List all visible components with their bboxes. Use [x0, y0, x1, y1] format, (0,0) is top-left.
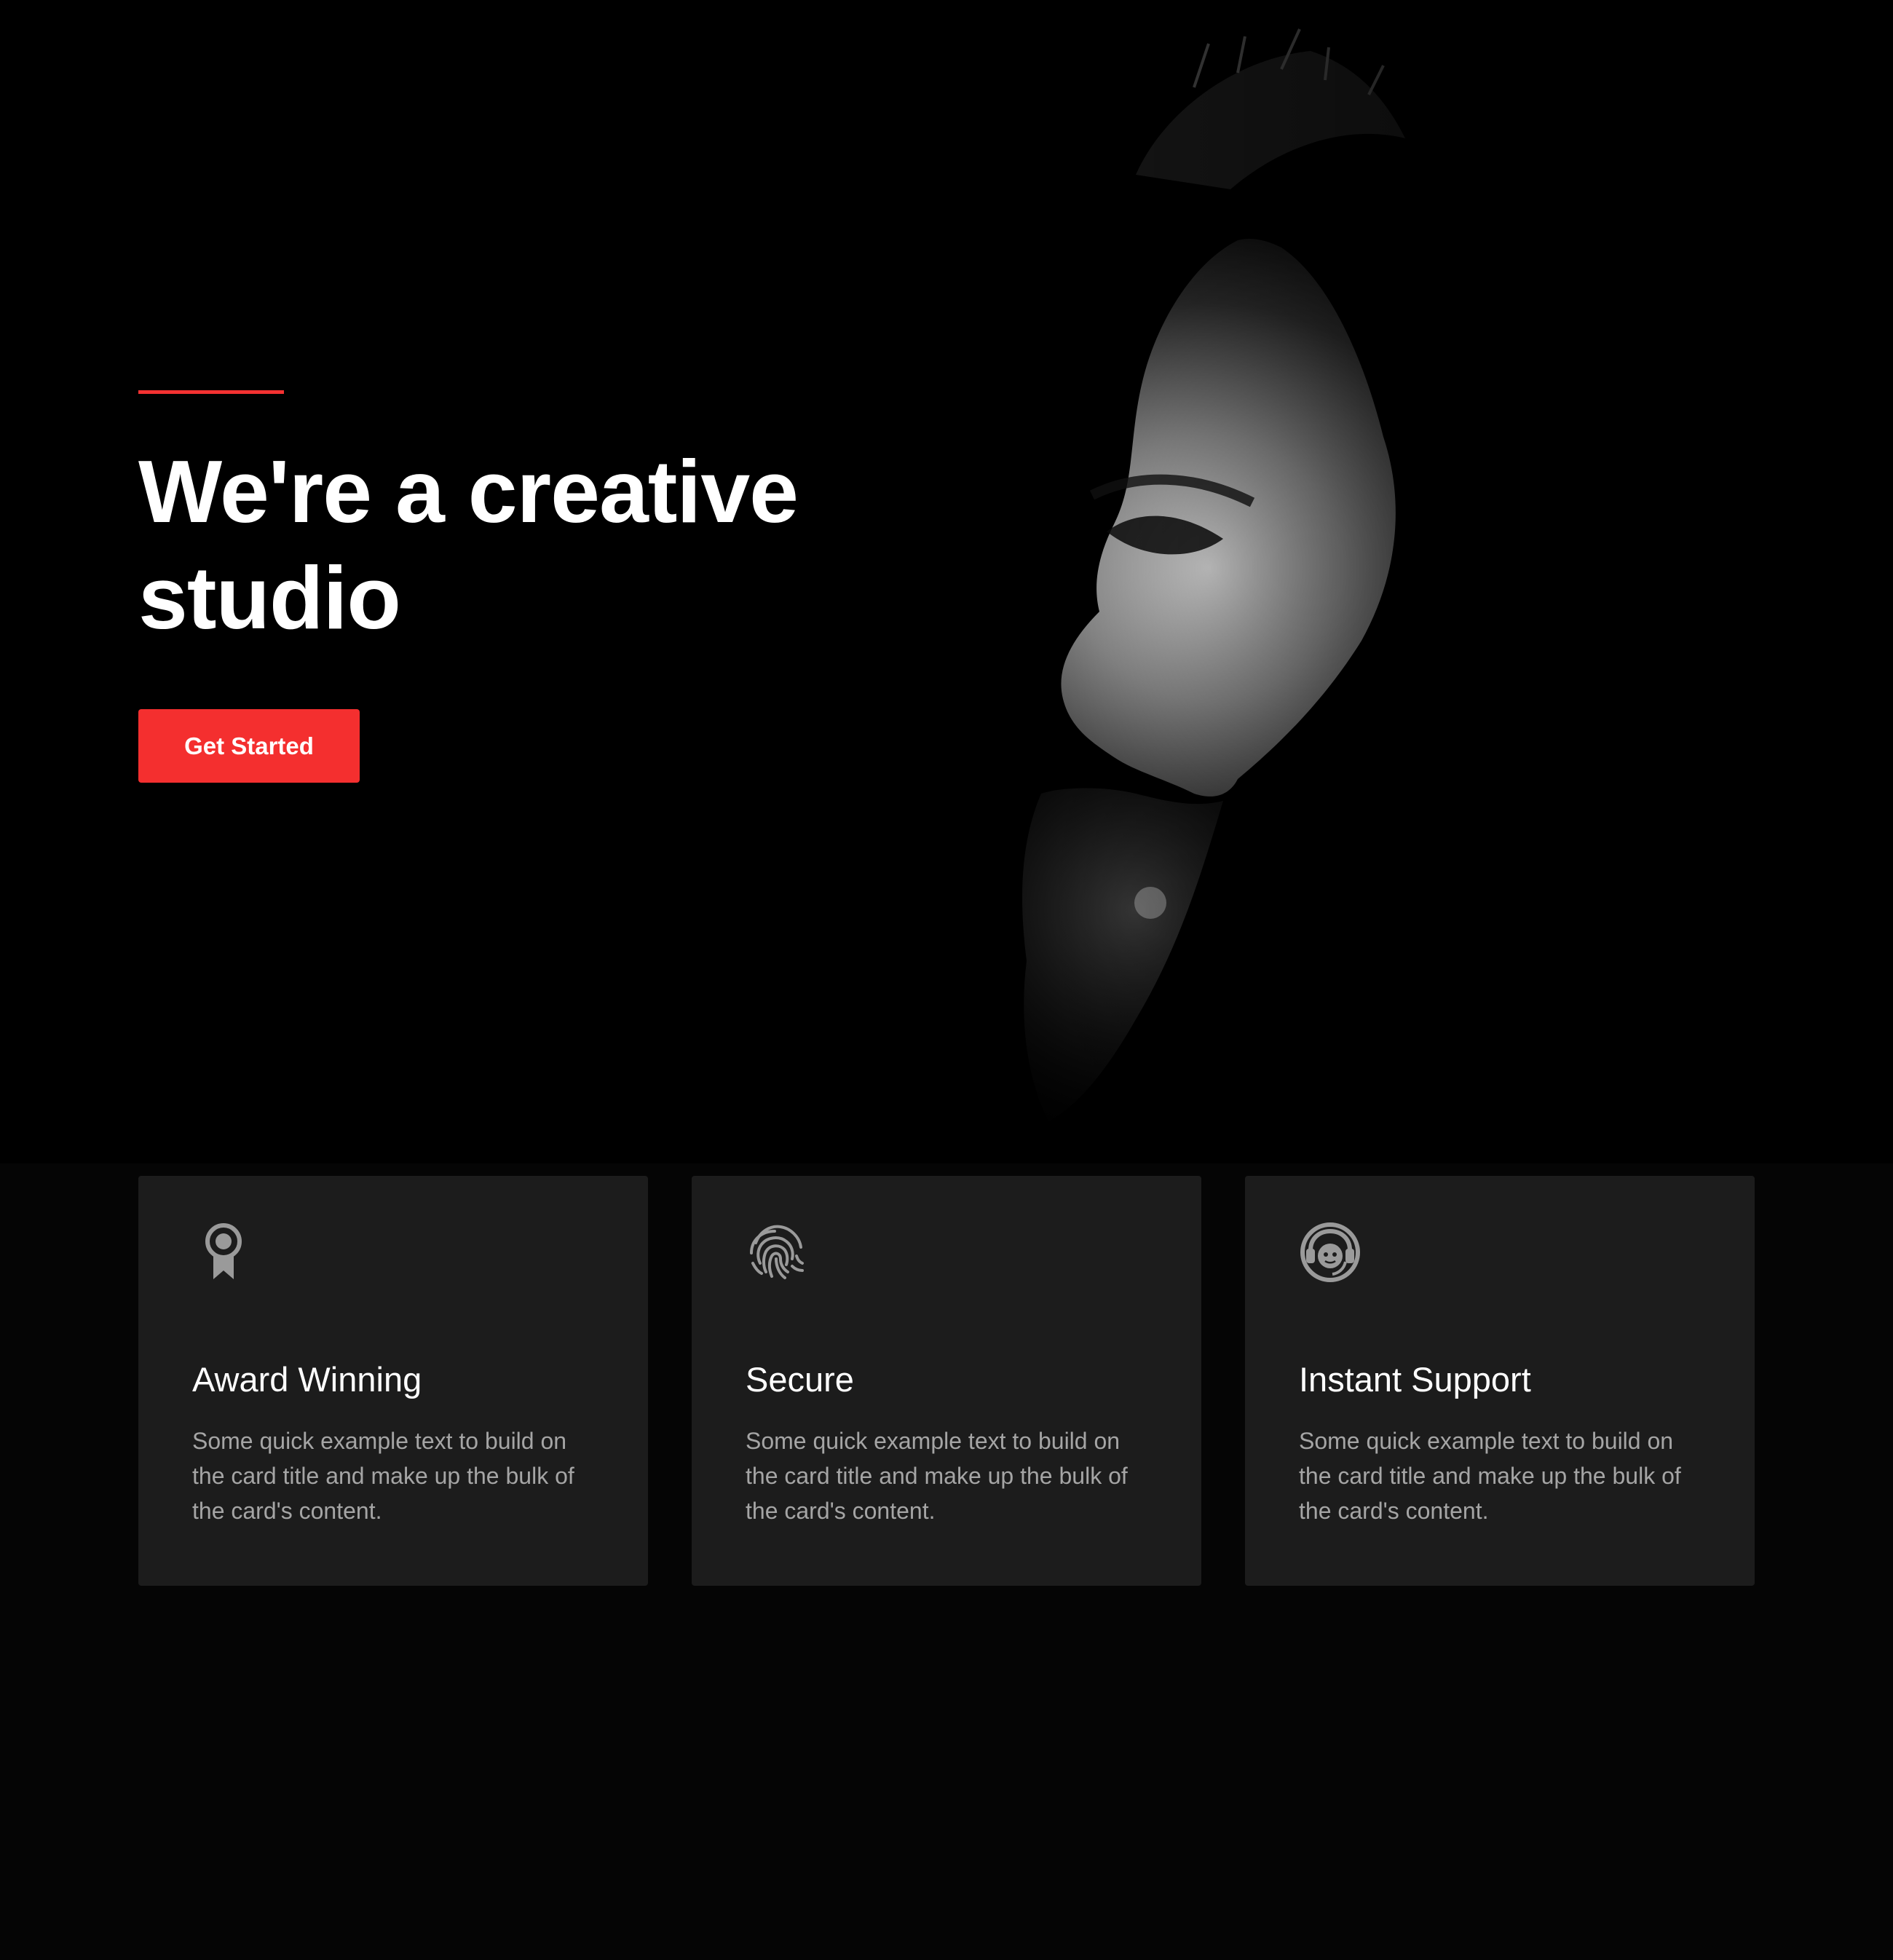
card-title: Award Winning	[192, 1360, 422, 1399]
card-title: Secure	[746, 1360, 854, 1399]
fingerprint-icon	[746, 1221, 808, 1284]
hero-title: We're a creative studio	[138, 442, 799, 647]
get-started-button[interactable]: Get Started	[138, 709, 360, 783]
feature-card-support: Instant Support Some quick example text …	[1245, 1176, 1755, 1586]
feature-card-secure: Secure Some quick example text to build …	[692, 1176, 1201, 1586]
hero-section: We're a creative studio Get Started	[0, 0, 1893, 1163]
card-text: Some quick example text to build on the …	[192, 1428, 574, 1524]
card-title: Instant Support	[1299, 1360, 1531, 1399]
card-text: Some quick example text to build on the …	[1299, 1428, 1681, 1524]
support-headset-icon	[1299, 1221, 1362, 1284]
feature-card-award: Award Winning Some quick example text to…	[138, 1176, 648, 1586]
hero-accent-line	[138, 390, 284, 394]
award-ribbon-icon	[192, 1221, 255, 1284]
card-text: Some quick example text to build on the …	[746, 1428, 1128, 1524]
